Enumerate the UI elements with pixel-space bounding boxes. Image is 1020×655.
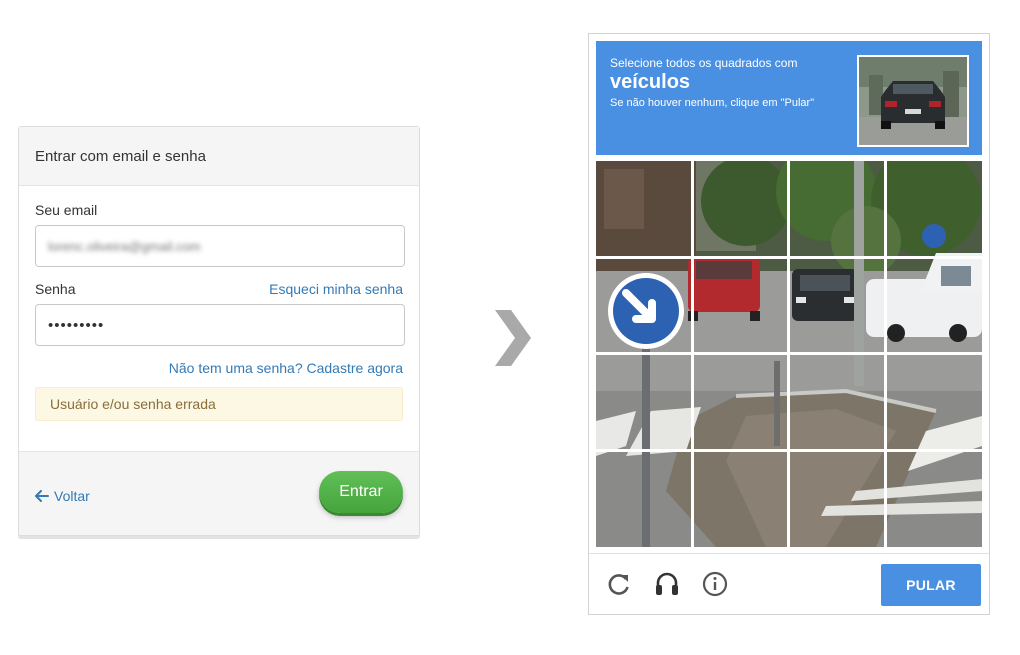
email-field[interactable]: lorenc.oliveira@gmail.com <box>35 225 405 267</box>
captcha-tile[interactable] <box>694 259 787 352</box>
captcha-grid <box>596 161 982 547</box>
error-alert: Usuário e/ou senha errada <box>35 387 403 421</box>
captcha-tile[interactable] <box>596 259 691 352</box>
password-field[interactable]: ••••••••• <box>35 304 405 346</box>
signup-link[interactable]: Não tem uma senha? Cadastre agora <box>169 360 403 376</box>
headphones-icon[interactable] <box>654 571 680 597</box>
reload-icon[interactable] <box>606 571 632 597</box>
captcha-tile[interactable] <box>790 452 884 547</box>
password-label: Senha <box>35 281 76 297</box>
login-panel: Entrar com email e senha Seu email loren… <box>18 126 420 536</box>
signup-row: Não tem uma senha? Cadastre agora <box>35 360 403 378</box>
captcha-tile[interactable] <box>887 259 982 352</box>
password-field-value: ••••••••• <box>48 316 105 334</box>
login-panel-footer: Voltar Entrar <box>19 451 419 535</box>
captcha-tile[interactable] <box>694 355 787 449</box>
captcha-tile[interactable] <box>596 452 691 547</box>
arrow-left-icon <box>35 489 49 502</box>
captcha-tile[interactable] <box>790 355 884 449</box>
captcha-tile[interactable] <box>790 259 884 352</box>
captcha-tile[interactable] <box>694 161 787 256</box>
email-field-value: lorenc.oliveira@gmail.com <box>48 238 201 254</box>
login-panel-header: Entrar com email e senha <box>19 127 419 186</box>
captcha-tile[interactable] <box>887 355 982 449</box>
error-message: Usuário e/ou senha errada <box>50 396 216 412</box>
captcha-example-image <box>857 55 969 147</box>
captcha-widget: Selecione todos os quadrados com veículo… <box>588 33 990 615</box>
captcha-tile[interactable] <box>887 161 982 256</box>
captcha-tile[interactable] <box>887 452 982 547</box>
enter-button[interactable]: Entrar <box>319 470 403 513</box>
captcha-footer: PULAR <box>589 553 989 614</box>
captcha-header: Selecione todos os quadrados com veículo… <box>596 41 982 155</box>
login-title: Entrar com email e senha <box>35 147 206 165</box>
back-label: Voltar <box>54 487 90 504</box>
forgot-password-link[interactable]: Esqueci minha senha <box>269 281 403 297</box>
captcha-hint: Se não houver nenhum, clique em "Pular" <box>610 97 815 109</box>
captcha-tile[interactable] <box>596 161 691 256</box>
captcha-instruction: Selecione todos os quadrados com <box>610 56 798 70</box>
chevron-right-icon <box>495 310 531 366</box>
captcha-tile[interactable] <box>790 161 884 256</box>
back-link[interactable]: Voltar <box>35 488 90 504</box>
captcha-tile[interactable] <box>694 452 787 547</box>
captcha-target: veículos <box>610 71 691 93</box>
info-icon[interactable] <box>702 571 728 597</box>
password-label-row: Senha Esqueci minha senha <box>35 281 403 297</box>
skip-button[interactable]: PULAR <box>881 564 981 606</box>
captcha-tile[interactable] <box>596 355 691 449</box>
login-form: Seu email lorenc.oliveira@gmail.com Senh… <box>19 186 419 451</box>
email-label: Seu email <box>35 202 98 218</box>
